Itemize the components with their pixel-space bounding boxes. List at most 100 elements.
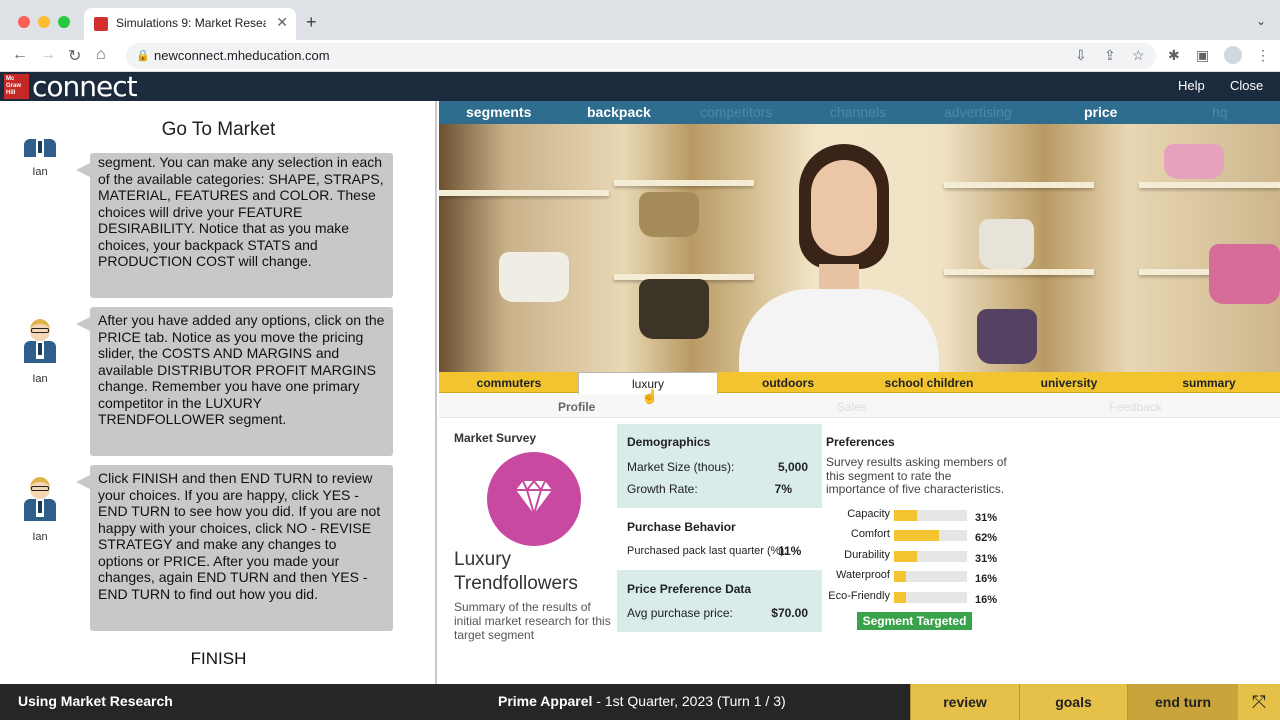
- tab-backpack[interactable]: backpack: [587, 104, 651, 120]
- url-text: newconnect.mheducation.com: [154, 48, 330, 63]
- pref-value: 16%: [975, 594, 998, 606]
- pref-bar: [894, 571, 967, 582]
- window-close-button[interactable]: [18, 16, 30, 28]
- tab-school-children[interactable]: school children: [859, 376, 999, 390]
- lock-icon: 🔒: [136, 50, 150, 62]
- preferences-title: Preferences: [826, 435, 895, 449]
- forward-icon[interactable]: →: [40, 46, 56, 64]
- tab-competitors[interactable]: competitors: [700, 104, 772, 120]
- tab-close-icon[interactable]: ✕: [276, 14, 288, 31]
- tab-segments[interactable]: segments: [466, 104, 531, 120]
- company-name: Prime Apparel: [498, 693, 593, 709]
- goals-button[interactable]: goals: [1019, 684, 1127, 720]
- avatar: [24, 477, 56, 523]
- review-button[interactable]: review: [910, 684, 1019, 720]
- sidepanel-icon[interactable]: ▣: [1196, 47, 1209, 64]
- demographics-title: Demographics: [627, 435, 711, 449]
- segment-name: Luxury Trendfollowers: [454, 549, 578, 594]
- pref-label: Capacity: [847, 508, 890, 520]
- segment-tabs: commuters luxury outdoors school childre…: [439, 372, 1280, 394]
- chat-title: Go To Market: [161, 119, 276, 140]
- tab-summary[interactable]: summary: [1139, 376, 1279, 390]
- reload-icon[interactable]: ↻: [68, 46, 81, 66]
- install-icon[interactable]: ⇩: [1075, 47, 1087, 64]
- market-size-value: 5,000: [777, 460, 808, 474]
- turn-info: Prime Apparel - 1st Quarter, 2023 (Turn …: [498, 693, 786, 709]
- window-minimize-button[interactable]: [38, 16, 50, 28]
- tab-feedback[interactable]: Feedback: [1109, 400, 1162, 414]
- tab-search-chevron-icon[interactable]: ⌄: [1256, 14, 1266, 28]
- fullscreen-icon[interactable]: ⤧: [1238, 684, 1280, 720]
- tab-sales[interactable]: Sales: [837, 400, 867, 414]
- end-turn-button[interactable]: end turn: [1127, 684, 1238, 720]
- segment-subtabs: Profile Sales Feedback: [439, 394, 1280, 418]
- address-bar[interactable]: 🔒 newconnect.mheducation.com: [126, 43, 1156, 69]
- tab-university[interactable]: university: [999, 376, 1139, 390]
- market-survey-title: Market Survey: [454, 431, 537, 445]
- tab-advertising[interactable]: advertising: [944, 104, 1012, 120]
- close-link[interactable]: Close: [1230, 78, 1263, 93]
- diamond-icon: [487, 452, 581, 546]
- status-bar: Using Market Research Prime Apparel - 1s…: [0, 684, 1280, 720]
- finish-button[interactable]: FINISH: [0, 649, 435, 669]
- mcgraw-hill-logo: Mc Graw Hill: [4, 74, 29, 99]
- tab-hq[interactable]: hq: [1212, 104, 1228, 120]
- price-preference-title: Price Preference Data: [627, 582, 752, 596]
- pref-label: Durability: [844, 549, 890, 561]
- home-icon[interactable]: ⌂: [96, 46, 106, 64]
- growth-rate-label: Growth Rate:: [627, 482, 698, 496]
- browser-menu-icon[interactable]: ⋮: [1256, 47, 1270, 64]
- tab-profile[interactable]: Profile: [558, 400, 595, 414]
- purchase-behavior-title: Purchase Behavior: [627, 520, 736, 534]
- speaker-name: Ian: [32, 166, 48, 178]
- new-tab-icon[interactable]: +: [306, 12, 317, 33]
- chat-message: segment. You can make any selection in e…: [76, 153, 393, 298]
- module-title: Using Market Research: [18, 693, 173, 709]
- pref-label: Waterproof: [835, 569, 890, 581]
- browser-tabbar: Simulations 9: Market Research ✕ + ⌄: [0, 0, 1280, 40]
- demographics-box: Demographics Market Size (thous): 5,000 …: [617, 424, 822, 508]
- profile-avatar[interactable]: [1224, 46, 1242, 64]
- pref-bar: [894, 551, 967, 562]
- segment-targeted-button[interactable]: Segment Targeted: [857, 612, 972, 630]
- pref-label: Eco-Friendly: [828, 590, 890, 602]
- bookmark-star-icon[interactable]: ☆: [1132, 47, 1145, 64]
- pref-value: 31%: [975, 553, 998, 565]
- chat-message: Click FINISH and then END TURN to review…: [76, 465, 393, 631]
- pref-bar: [894, 592, 967, 603]
- avg-price-label: Avg purchase price:: [627, 606, 733, 620]
- tab-title: Simulations 9: Market Research: [116, 16, 266, 30]
- help-link[interactable]: Help: [1178, 78, 1205, 93]
- simulation-panel: segments backpack competitors channels a…: [439, 101, 1280, 684]
- avatar: [24, 319, 56, 365]
- extensions-icon[interactable]: ✱: [1168, 47, 1180, 64]
- purchase-behavior-label: Purchased pack last quarter (%):: [627, 545, 788, 557]
- share-icon[interactable]: ⇪: [1104, 47, 1116, 64]
- window-zoom-button[interactable]: [58, 16, 70, 28]
- pref-value: 62%: [975, 532, 998, 544]
- back-icon[interactable]: ←: [12, 46, 28, 64]
- chat-message: After you have added any options, click …: [76, 307, 393, 456]
- store-scene-image: [439, 124, 1280, 372]
- avatar: [24, 139, 56, 157]
- speaker-name: Ian: [32, 373, 48, 385]
- pref-value: 16%: [975, 573, 998, 585]
- favicon-icon: [94, 17, 108, 31]
- segment-summary: Summary of the results of initial market…: [454, 600, 611, 642]
- tab-commuters[interactable]: commuters: [439, 376, 579, 390]
- chat-panel: Go To Market Ian segment. You can make a…: [0, 101, 437, 684]
- browser-tab[interactable]: Simulations 9: Market Research ✕: [84, 8, 296, 40]
- pref-bar: [894, 510, 967, 521]
- tab-price[interactable]: price: [1084, 104, 1117, 120]
- tab-outdoors[interactable]: outdoors: [718, 376, 858, 390]
- speaker-name: Ian: [32, 531, 48, 543]
- preferences-description: Survey results asking members of this se…: [826, 455, 1007, 496]
- quarter-text: - 1st Quarter, 2023 (Turn 1 / 3): [592, 693, 786, 709]
- pref-value: 31%: [975, 512, 998, 524]
- hand-cursor-icon: ☝: [641, 388, 659, 404]
- pref-bar: [894, 530, 967, 541]
- tab-channels[interactable]: channels: [830, 104, 886, 120]
- connect-header: Mc Graw Hill connect Help Close: [0, 70, 1280, 103]
- main-nav: segments backpack competitors channels a…: [439, 101, 1280, 124]
- market-size-label: Market Size (thous):: [627, 460, 735, 474]
